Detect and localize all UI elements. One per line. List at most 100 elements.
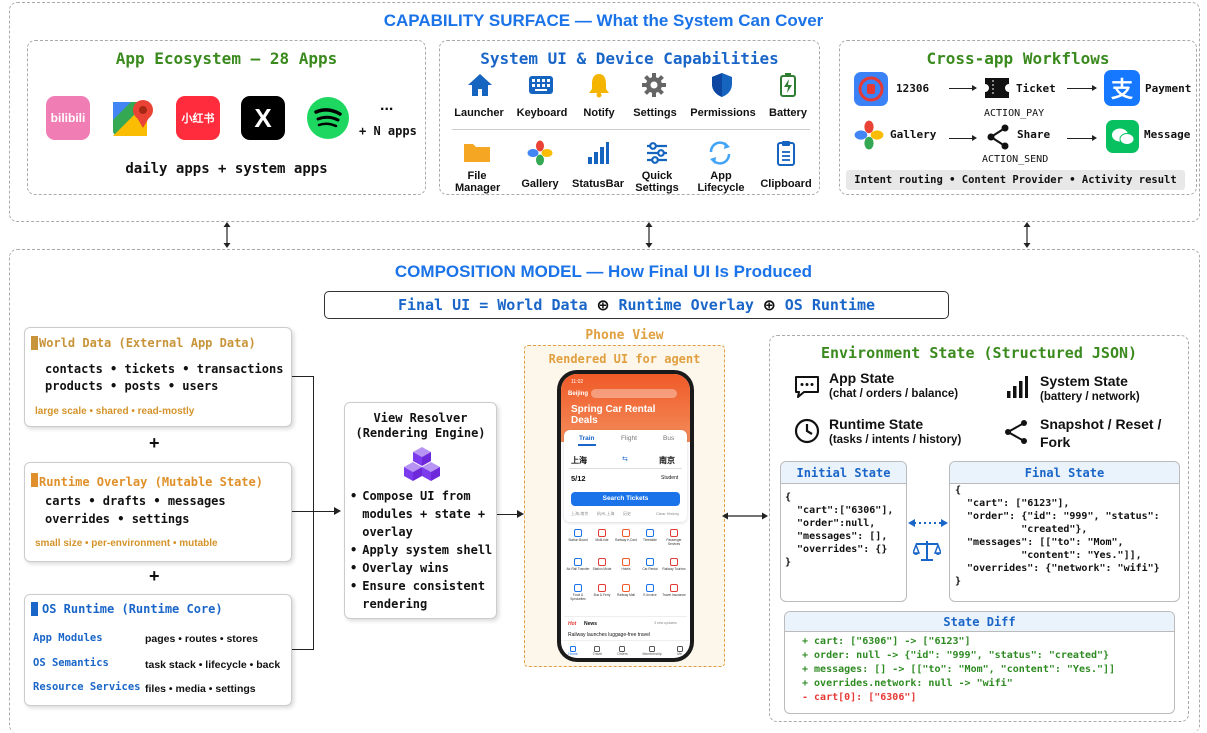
initial-state-json: { "cart":["6306"], "order":null, "messag… [785, 492, 894, 568]
phone-nav-item[interactable]: Home [568, 646, 578, 656]
phone-history-clear[interactable]: Clear History [656, 511, 679, 516]
app-ecosystem-box: App Ecosystem — 28 Apps bilibili 小红书 X .… [27, 40, 426, 195]
service-icon [598, 558, 606, 567]
phone-search-bar[interactable] [591, 389, 677, 398]
resolver-bullet-1: • Compose UI from modules + state + overl… [350, 487, 495, 541]
formula-b: Runtime Overlay [618, 296, 754, 314]
final-state-header: Final State [950, 462, 1179, 484]
phone-service-item[interactable]: Station Mode [590, 558, 614, 581]
phone-news-more: 3 new updates [654, 621, 677, 625]
phone-to[interactable]: 南京 [659, 455, 675, 466]
system-ui-title: System UI & Device Capabilities [480, 49, 779, 68]
phone-tab-train[interactable]: Train [579, 435, 595, 442]
phone-service-item[interactable]: Multi-ride [590, 529, 614, 556]
phone-promo: Spring Car Rental Deals [571, 404, 656, 426]
phone-news-hot: Hot [568, 621, 577, 627]
phone-nav-item[interactable]: Membership [643, 646, 662, 656]
os-row-key-1: App Modules [33, 632, 103, 644]
os-row-val-1: pages • routes • stores [145, 633, 258, 645]
os-runtime-marker [31, 602, 38, 616]
phone-service-label: Passenger Services [666, 538, 682, 546]
swap-icon[interactable]: ⇆ [622, 455, 628, 463]
phone-service-item[interactable]: Timetable [638, 529, 662, 556]
ticket-icon [984, 76, 1010, 100]
launcher-label: Launcher [454, 107, 504, 119]
world-data-line2: products • posts • users [45, 379, 219, 393]
phone-nav-item[interactable]: Travel [593, 646, 602, 656]
initial-state-box: Initial State { "cart":["6306"], "order"… [780, 461, 907, 602]
vertical-arrow-middle [644, 222, 654, 248]
notify-label: Notify [583, 107, 615, 119]
phone-service-label: Railway Mall [617, 592, 635, 597]
flow2-arrow1-head [972, 135, 977, 141]
oplus-icon: ⊕ [763, 294, 775, 316]
phone-service-item[interactable]: Station Board [566, 529, 590, 556]
state-diff-deletion: - cart[0]: ["6306"] [802, 692, 917, 703]
phone-date[interactable]: 5/12 [571, 474, 586, 483]
xiaohongshu-icon: 小红书 [176, 96, 220, 140]
phone-service-item[interactable]: Railway Mall [614, 583, 638, 611]
phone-search-button[interactable]: Search Tickets [571, 492, 680, 506]
app-ecosystem-title: App Ecosystem — 28 Apps [115, 49, 338, 68]
cubes-icon [402, 446, 442, 482]
statusbar-label: StatusBar [572, 178, 624, 190]
capability-title: CAPABILITY SURFACE — What the System Can… [383, 11, 824, 30]
state-diff-header: State Diff [785, 612, 1174, 632]
gallery-label: Gallery [521, 178, 559, 190]
flow1-arrow2-head [1092, 85, 1097, 91]
phone-service-label: Railway e-Card [615, 538, 637, 542]
phone-service-item[interactable]: Air-Rail Transfer [566, 558, 590, 581]
gear-icon [639, 72, 669, 98]
state-compare-arrow [908, 515, 948, 527]
phone-service-grid: Station Board Multi-ride Railway e-Card Tim… [566, 529, 686, 611]
flow1-arrow2 [1067, 88, 1095, 89]
service-icon [670, 529, 678, 537]
bracket-arrow-head [334, 507, 341, 515]
phone-service-item[interactable]: Hotels [614, 558, 638, 581]
phone-tab-bus[interactable]: Bus [663, 435, 674, 442]
phone-history-3[interactable]: 历史 [623, 511, 631, 517]
share-icon [986, 124, 1010, 150]
runtime-state-title: Runtime State [829, 416, 924, 432]
battery-icon [773, 72, 803, 98]
flow2-to: Message [1144, 128, 1191, 141]
phone-service-item[interactable]: Car Rental [638, 558, 662, 581]
service-icon [622, 583, 630, 592]
signal-strength-icon [1005, 375, 1031, 401]
state-diff-box: State Diff + cart: ["6306"] -> ["6123"] … [784, 611, 1175, 714]
phone-nav-item[interactable]: Me [676, 646, 683, 656]
flow1-mid: Ticket [1016, 82, 1056, 95]
phone-service-item[interactable]: Railway Tourism [662, 558, 686, 581]
runtime-overlay-title: Runtime Overlay (Mutable State) [39, 475, 263, 489]
signal-bars-icon [583, 140, 613, 166]
cross-app-footer: Intent routing • Content Provider • Acti… [846, 170, 1185, 190]
phone-history-1[interactable]: 上海-南京 [571, 511, 588, 517]
phone-service-item[interactable]: Bus & Ferry [590, 583, 614, 611]
phone-service-label: Multi-ride [595, 538, 609, 542]
runtime-overlay-tag: small size • per-environment • mutable [35, 538, 218, 549]
phone-nav-item[interactable]: Orders [617, 646, 628, 656]
phone-city[interactable]: Beijing [568, 391, 588, 397]
resolver-bullet-4: • Ensure consistent rendering [350, 577, 495, 613]
phone-history-2[interactable]: 杭州-上海 [597, 511, 614, 517]
phone-tab-flight[interactable]: Flight [621, 435, 637, 442]
phone-from[interactable]: 上海 [571, 455, 587, 466]
share-fork-icon [1002, 418, 1030, 446]
snapshot-sub: Fork [1040, 434, 1071, 450]
bilibili-icon: bilibili [46, 96, 90, 140]
system-state-sub: (battery / network) [1040, 391, 1140, 403]
phone-student[interactable]: Student [661, 475, 678, 481]
final-state-box: Final State { "cart": ["6123"], "order":… [949, 461, 1180, 602]
phone-service-item[interactable]: E-Invoice [638, 583, 662, 611]
phone-service-item[interactable]: Railway e-Card [614, 529, 638, 556]
gallery-icon [525, 140, 555, 166]
phone-service-item[interactable]: Travel Insurance [662, 583, 686, 611]
phone-service-item[interactable]: Passenger Services [662, 529, 686, 556]
flow2-arrow2-head [1092, 135, 1097, 141]
runtime-state-sub: (tasks / intents / history) [829, 434, 962, 446]
phone-nav-label: Membership [642, 652, 662, 656]
flow-12306: 12306 Ticket ACTION_PAY 支 Payment [848, 70, 1193, 120]
phone-service-item[interactable]: Food & Specialties [566, 583, 590, 611]
resolver-bullet-4-text: Ensure consistent rendering [362, 579, 486, 611]
phone-news-bar[interactable]: Hot News 3 new updates Railway launches … [564, 616, 687, 640]
